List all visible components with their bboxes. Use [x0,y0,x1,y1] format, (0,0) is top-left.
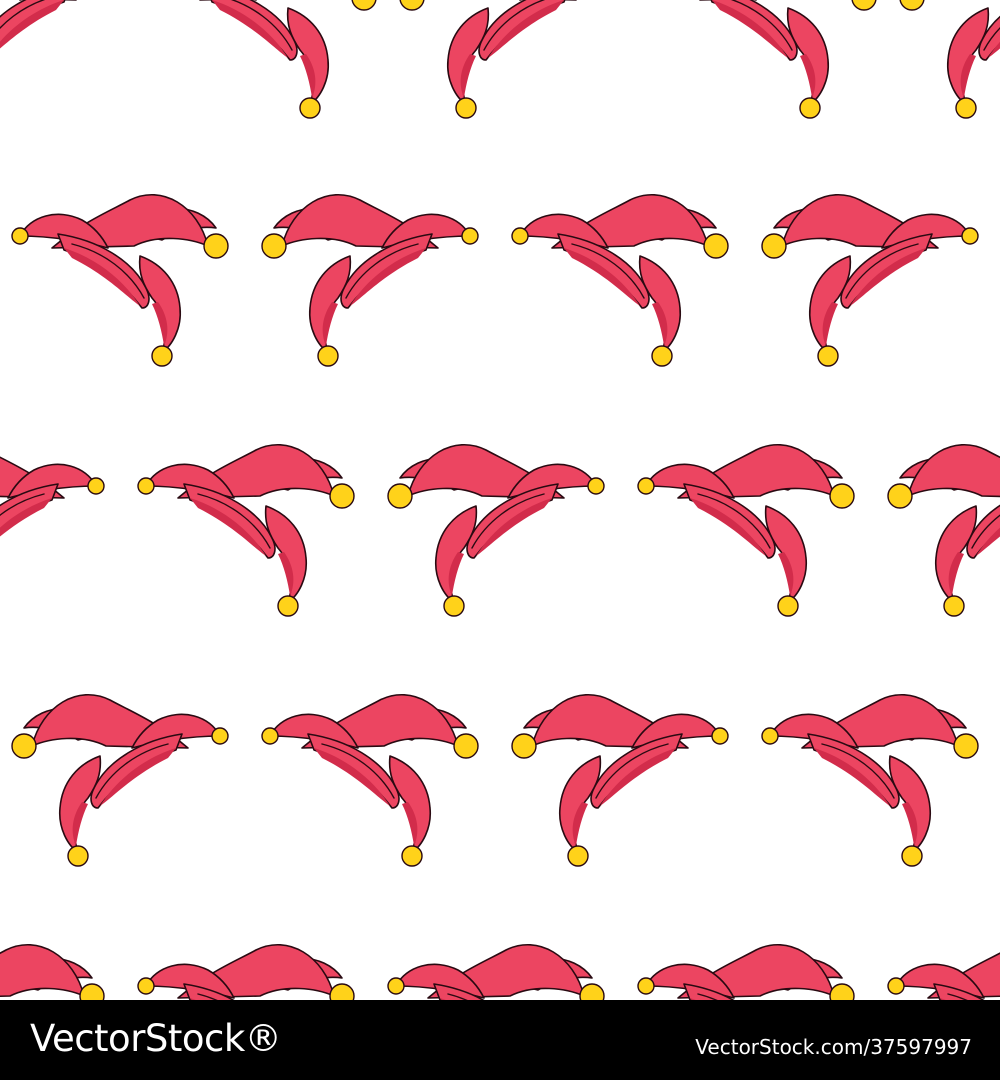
jester-hat-icon [159,0,377,119]
jester-hat-icon [512,695,728,866]
pattern-row-4 [12,693,979,867]
jester-hat-icon [11,193,229,367]
seamless-pattern [0,0,1000,1000]
jester-hat-icon [137,443,355,617]
jester-hat-icon [637,943,855,1000]
jester-hat-icon [900,0,1000,118]
jester-hat-icon [0,445,104,616]
jester-hat-icon [637,443,855,617]
jester-hat-icon [762,195,978,366]
jester-hat-icon [261,693,479,867]
jester-hat-icon [0,943,105,1000]
watermark-footer: VectorStock® VectorStock.com/37597997 [0,1000,1000,1080]
jester-hat-icon [12,695,228,866]
pattern-canvas [0,0,1000,1000]
jester-hat-icon [0,0,116,118]
jester-hat-icon [888,445,1000,616]
image-id-text: VectorStock.com/37597997 [695,1035,972,1059]
jester-hat-icon [262,195,478,366]
jester-hat-icon [511,193,729,367]
jester-hat-icon [887,943,1000,1000]
jester-hat-icon [388,445,604,616]
jester-hat-icon [400,0,616,118]
brand-logo: VectorStock® [30,1017,282,1060]
pattern-row-5 [0,943,1000,1000]
jester-hat-icon [761,693,979,867]
pattern-row-1 [0,0,1000,119]
pattern-row-2 [11,193,978,367]
jester-hat-icon [659,0,877,119]
jester-hat-icon [387,943,605,1000]
pattern-row-3 [0,443,1000,617]
jester-hat-icon [137,943,355,1000]
